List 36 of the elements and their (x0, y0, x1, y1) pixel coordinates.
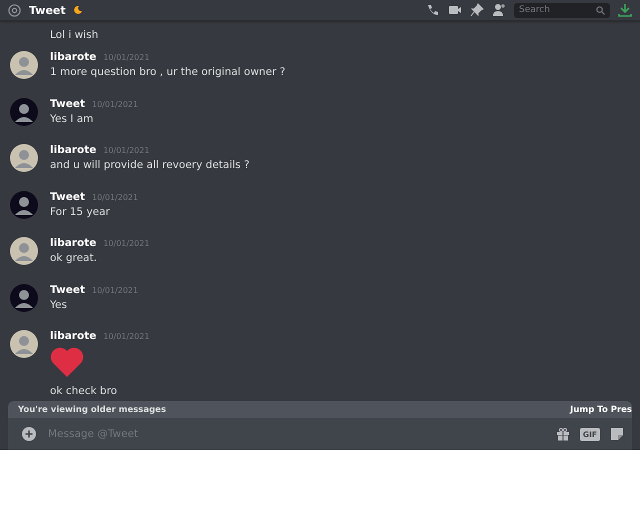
message-text: 1 more question bro , ur the original owner ? (50, 65, 286, 80)
author-name[interactable]: libarote (50, 144, 96, 156)
sticker-icon[interactable] (610, 427, 624, 441)
person-add-icon[interactable] (492, 3, 506, 17)
jump-to-present-link[interactable]: Jump To Pres (570, 404, 632, 414)
search-icon (596, 6, 605, 14)
timestamp: 10/01/2021 (103, 146, 150, 155)
author-name[interactable]: libarote (50, 51, 96, 63)
author-name[interactable]: Tweet (50, 98, 85, 110)
message-text: Yes (50, 298, 68, 312)
message-text: ok great. (50, 251, 98, 266)
message-text: For 15 year (50, 204, 111, 220)
download-icon[interactable] (618, 3, 632, 17)
message-text: and u will provide all revoery details ? (50, 158, 250, 173)
message-text: Lol i wish (50, 29, 98, 41)
timestamp: 10/01/2021 (103, 53, 150, 62)
pin-icon[interactable] (470, 3, 484, 17)
channel-title: Tweet (29, 4, 66, 16)
author-name[interactable]: Tweet (50, 190, 85, 202)
timestamp: 10/01/2021 (92, 100, 138, 108)
author-name[interactable]: Tweet (50, 284, 85, 296)
moon-icon (74, 6, 82, 14)
search-field[interactable]: Search (514, 2, 610, 18)
timestamp: 10/01/2021 (103, 239, 150, 248)
timestamp: 10/01/2021 (103, 332, 150, 341)
timestamp: 10/01/2021 (92, 192, 138, 202)
plus-icon[interactable] (22, 427, 36, 441)
phone-icon[interactable] (426, 3, 440, 17)
video-camera-icon[interactable] (448, 3, 462, 17)
author-name[interactable]: libarote (50, 237, 96, 249)
gift-icon[interactable] (556, 427, 570, 441)
message-text: Yes I am (50, 112, 94, 126)
author-name[interactable]: libarote (50, 330, 96, 342)
timestamp: 10/01/2021 (92, 286, 138, 294)
message-text: ok check bro (50, 384, 118, 399)
older-messages-notice: You're viewing older messages (18, 404, 166, 414)
